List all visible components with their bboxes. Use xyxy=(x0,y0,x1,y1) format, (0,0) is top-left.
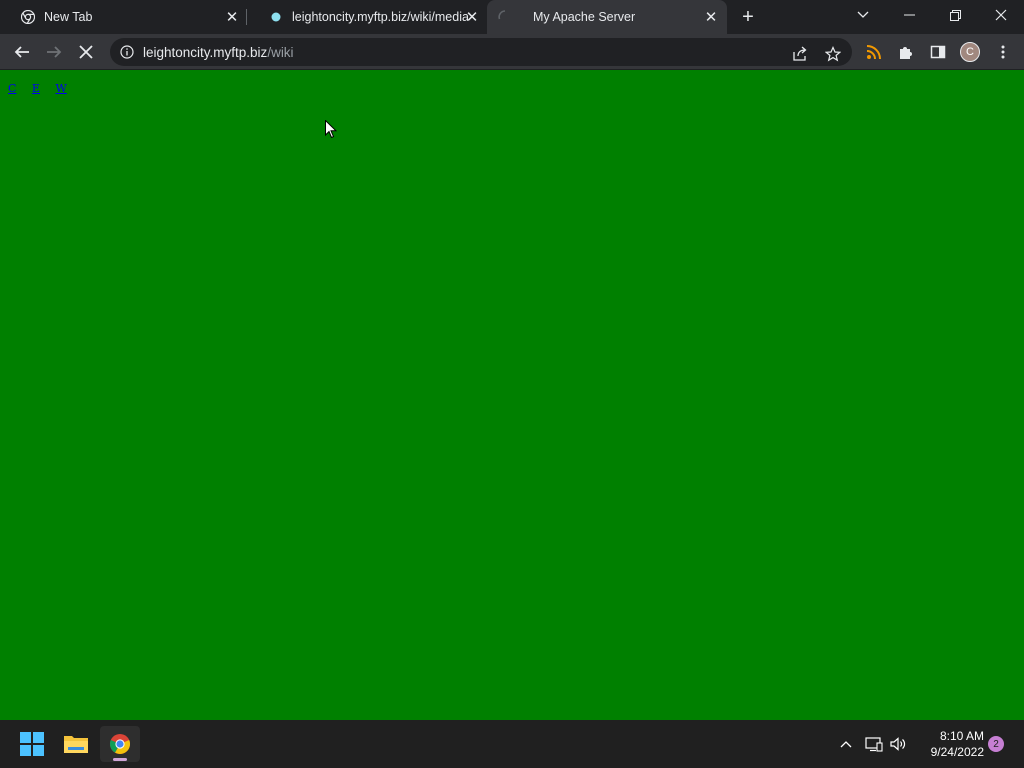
tab-label: My Apache Server xyxy=(533,10,636,24)
profile-avatar[interactable]: C xyxy=(960,42,980,62)
volume-icon[interactable] xyxy=(888,734,908,754)
url-path: /wiki xyxy=(267,44,294,60)
site-info-icon[interactable] xyxy=(120,45,134,59)
back-icon[interactable] xyxy=(10,40,34,64)
stop-loading-icon[interactable] xyxy=(74,40,98,64)
restore-icon[interactable] xyxy=(932,0,978,30)
site-favicon-icon xyxy=(268,9,284,25)
clock-time: 8:10 AM xyxy=(939,729,984,743)
bookmark-star-icon[interactable] xyxy=(823,44,843,64)
tab-search-icon[interactable] xyxy=(840,0,886,30)
browser-toolbar: leightoncity.myftp.biz/wiki C xyxy=(0,34,1024,70)
clock-date: 9/24/2022 xyxy=(930,745,984,759)
tab-strip: New Tab ✕ leightoncity.myftp.biz/wiki/me… xyxy=(0,0,1024,34)
windows-taskbar: 8:10 AM 9/24/2022 2 xyxy=(0,720,1024,768)
close-window-icon[interactable] xyxy=(978,0,1024,30)
new-tab-button[interactable]: + xyxy=(738,7,758,27)
minimize-icon[interactable] xyxy=(886,0,932,30)
rss-feed-icon[interactable] xyxy=(864,42,884,62)
tab-new-tab[interactable]: New Tab ✕ xyxy=(0,0,244,34)
extensions-puzzle-icon[interactable] xyxy=(896,42,916,62)
tab-label: New Tab xyxy=(44,10,93,24)
side-panel-icon[interactable] xyxy=(928,42,948,62)
link-e[interactable]: E xyxy=(32,82,40,95)
close-tab-icon[interactable]: ✕ xyxy=(703,9,719,26)
address-url: leightoncity.myftp.biz/wiki xyxy=(143,45,294,60)
link-c[interactable]: C xyxy=(8,82,16,95)
show-hidden-icons-chevron-icon[interactable] xyxy=(836,734,856,754)
address-bar[interactable]: leightoncity.myftp.biz/wiki xyxy=(110,38,852,66)
forward-icon[interactable] xyxy=(42,40,66,64)
link-w[interactable]: W xyxy=(55,82,66,95)
share-icon[interactable] xyxy=(790,44,810,64)
loading-spinner-icon xyxy=(497,9,513,25)
close-tab-icon[interactable]: ✕ xyxy=(464,9,480,26)
tab-separator xyxy=(246,9,247,25)
tab-my-apache-server[interactable]: My Apache Server ✕ xyxy=(487,0,727,34)
chrome-taskbar-icon[interactable] xyxy=(100,726,140,762)
menu-kebab-icon[interactable] xyxy=(993,42,1013,62)
page-content: C E W xyxy=(0,70,1024,720)
close-tab-icon[interactable]: ✕ xyxy=(224,9,240,26)
url-host: leightoncity.myftp.biz xyxy=(143,44,268,60)
tab-wiki-media[interactable]: leightoncity.myftp.biz/wiki/media ✕ xyxy=(248,0,484,34)
system-clock[interactable]: 8:10 AM 9/24/2022 xyxy=(914,728,984,760)
notification-badge[interactable]: 2 xyxy=(988,736,1004,752)
file-explorer-icon[interactable] xyxy=(56,726,96,762)
active-app-indicator xyxy=(113,758,127,761)
network-icon[interactable] xyxy=(864,734,884,754)
windows-start-icon[interactable] xyxy=(12,726,52,762)
letter-links: C E W xyxy=(8,82,79,95)
chrome-icon xyxy=(20,9,36,25)
mouse-cursor-icon xyxy=(325,119,338,144)
tab-label: leightoncity.myftp.biz/wiki/media xyxy=(292,10,468,24)
